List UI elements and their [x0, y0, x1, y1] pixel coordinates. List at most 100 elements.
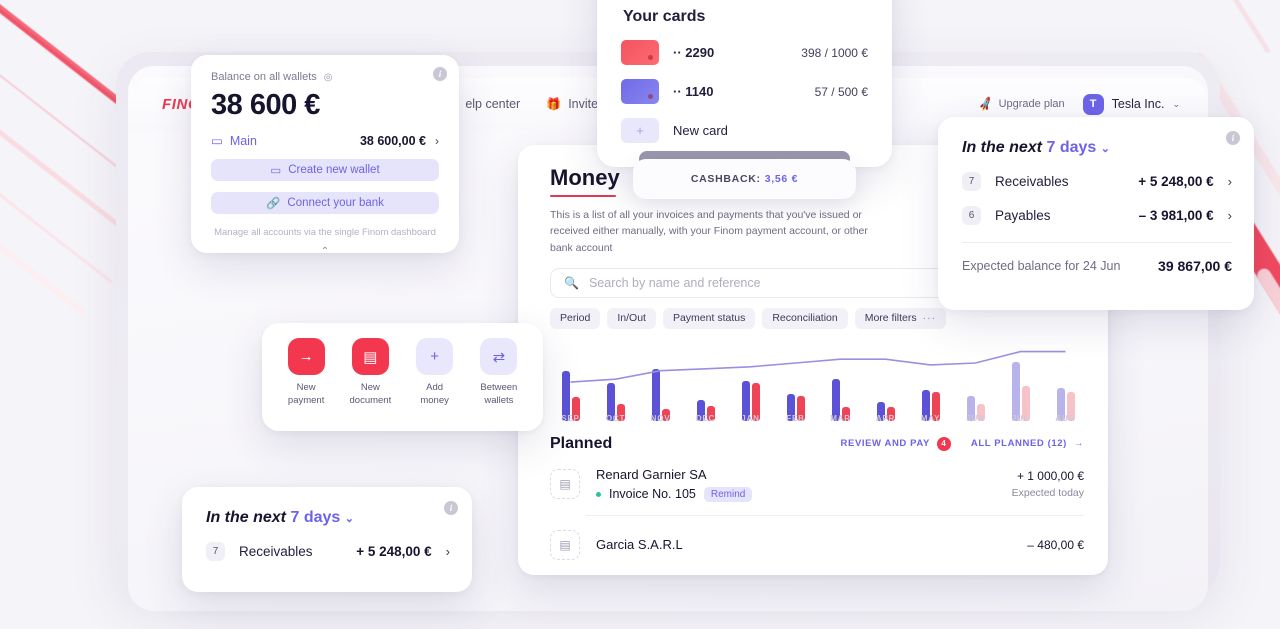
all-planned-label: ALL PLANNED (12)	[970, 438, 1067, 450]
nav-invite[interactable]: Invite	[568, 97, 598, 111]
chevron-down-icon[interactable]: ⌄	[1101, 143, 1110, 155]
next-days-period[interactable]: 7 days	[290, 509, 340, 526]
cashback-card[interactable]: CASHBACK: 3,56 €	[633, 159, 856, 199]
balance-amount: 38 600 €	[211, 89, 320, 121]
quick-action-label: Add money	[420, 382, 449, 406]
review-and-pay-label: REVIEW AND PAY	[840, 438, 930, 450]
chart-month-label: OCT	[605, 413, 626, 423]
gift-icon: 🎁	[546, 97, 562, 111]
filter-more[interactable]: More filters ···	[854, 307, 947, 329]
review-and-pay-button[interactable]: REVIEW AND PAY 4	[840, 436, 951, 451]
search-placeholder: Search by name and reference	[588, 275, 761, 290]
filter-more-label: More filters	[864, 312, 917, 325]
card-row[interactable]: ·· 2290 398 / 1000 €	[597, 40, 892, 65]
chart-month-label: MAY	[920, 413, 941, 423]
tab-money[interactable]: Money	[550, 165, 620, 197]
receivables-row[interactable]: 7 Receivables + 5 248,00 € ›	[206, 542, 450, 561]
receivables-label: Receivables	[995, 174, 1069, 189]
chevron-right-icon: ›	[1227, 174, 1232, 189]
balance-footer: Manage all accounts via the single Finom…	[214, 227, 436, 238]
chevron-right-icon: ›	[435, 133, 439, 148]
receivables-count: 7	[962, 172, 981, 191]
all-planned-button[interactable]: ALL PLANNED (12) →	[971, 438, 1084, 449]
card-limit: 57 / 500 €	[814, 84, 868, 99]
planned-row[interactable]: ▤ Renard Garnier SA Invoice No. 105 Remi…	[518, 453, 1108, 502]
filter-period[interactable]: Period	[550, 307, 601, 329]
content-description: This is a list of all your invoices and …	[550, 209, 868, 254]
cashback-value: 3,56 €	[764, 173, 799, 185]
next-days-card-right: i In the next 7 days ⌄ 7 Receivables + 5…	[938, 117, 1254, 310]
connect-bank-button[interactable]: 🔗 Connect your bank	[211, 192, 439, 214]
card-limit: 398 / 1000 €	[801, 45, 868, 60]
next-days-period[interactable]: 7 days	[1046, 139, 1096, 156]
chart-month-label: DEC	[695, 413, 716, 423]
chart-month-label: FEB	[786, 413, 805, 423]
document-add-icon: ▤	[351, 338, 389, 375]
filter-reconciliation[interactable]: Reconciliation	[762, 307, 848, 329]
collapse-icon[interactable]: ⌃	[191, 246, 459, 257]
nav-help-center[interactable]: elp center	[465, 97, 520, 111]
quick-action-transfer[interactable]: ⇄ Between wallets	[470, 338, 528, 408]
plus-icon: +	[621, 118, 659, 143]
expected-balance-label: Expected balance for 24 Jun	[962, 259, 1121, 273]
info-icon[interactable]: i	[1226, 131, 1240, 145]
next-days-title: In the next 7 days ⌄	[962, 139, 1232, 157]
your-cards-title: Your cards	[623, 8, 706, 25]
table-row[interactable]: ▤ Garcia S.A.R.L – 480,00 €	[518, 516, 1108, 560]
wallet-amount: 38 600,00 €	[359, 133, 426, 148]
filter-chips: Period In/Out Payment status Reconciliat…	[550, 307, 1084, 329]
status-dot	[596, 491, 601, 497]
ellipsis-icon: ···	[922, 312, 937, 325]
chevron-down-icon[interactable]: ⌄	[345, 513, 354, 525]
create-wallet-button[interactable]: ▭ Create new wallet	[211, 159, 439, 181]
filter-payment-status[interactable]: Payment status	[662, 307, 756, 329]
divider	[962, 242, 1232, 243]
quick-action-plus[interactable]: + Add money	[406, 338, 464, 408]
chevron-right-icon: ›	[445, 544, 450, 559]
next-days-title: In the next 7 days ⌄	[206, 509, 450, 527]
create-wallet-label: Create new wallet	[288, 164, 380, 176]
quick-action-document-add[interactable]: ▤ New document	[341, 338, 399, 408]
planned-reference: Invoice No. 105	[609, 487, 696, 502]
receivables-count: 7	[206, 542, 225, 561]
remind-tag[interactable]: Remind	[703, 486, 753, 502]
search-icon: 🔍	[564, 275, 579, 290]
chart-month-label: JAN	[741, 413, 760, 423]
chevron-right-icon: ›	[1227, 208, 1232, 223]
upgrade-plan-button[interactable]: 🚀 Upgrade plan	[977, 96, 1065, 113]
card-row[interactable]: ·· 1140 57 / 500 €	[597, 79, 892, 104]
next-days-title-prefix: In the next	[206, 509, 287, 526]
receivables-row[interactable]: 7 Receivables + 5 248,00 € ›	[962, 172, 1232, 191]
avatar: T	[1082, 93, 1104, 115]
cashback-label: CASHBACK:	[690, 173, 761, 185]
quick-action-arrow-right[interactable]: → New payment	[277, 338, 335, 408]
info-icon[interactable]: i	[433, 67, 447, 81]
planned-title: Planned	[550, 434, 613, 452]
balance-label-row: Balance on all wallets ◎	[211, 71, 439, 83]
chart-month-labels: SEP OCT NOV DEC JAN FEB MAR APR MAY JUN JUL AUG	[548, 414, 1088, 423]
filter-in-out[interactable]: In/Out	[607, 307, 656, 329]
eye-icon[interactable]: ◎	[324, 72, 333, 83]
link-icon: 🔗	[266, 198, 281, 210]
quick-action-label: New payment	[287, 382, 325, 406]
receivables-amount: + 5 248,00 €	[356, 544, 432, 559]
chart-month-label: APR	[875, 413, 896, 423]
receivables-label: Receivables	[239, 544, 313, 559]
new-card-row[interactable]: + New card	[597, 118, 892, 143]
cashflow-chart: SEP OCT NOV DEC JAN FEB MAR APR MAY JUN JUL AUG	[548, 343, 1088, 423]
new-card-label: New card	[673, 123, 728, 138]
chart-month-label: NOV	[650, 413, 671, 423]
card-thumbnail	[621, 79, 659, 104]
wallet-row[interactable]: ▭ Main 38 600,00 € ›	[211, 133, 439, 149]
info-icon[interactable]: i	[444, 501, 458, 515]
rocket-icon: 🚀	[977, 96, 995, 113]
payables-count: 6	[962, 206, 981, 225]
next-days-card-left: i In the next 7 days ⌄ 7 Receivables + 5…	[182, 487, 472, 592]
org-switcher[interactable]: T Tesla Inc. ⌄	[1082, 93, 1180, 115]
payables-row[interactable]: 6 Payables – 3 981,00 € ›	[962, 206, 1232, 225]
arrow-right-icon: →	[1073, 438, 1084, 450]
upgrade-plan-label: Upgrade plan	[998, 98, 1065, 110]
wallet-icon: ▭	[270, 165, 282, 177]
connect-bank-label: Connect your bank	[287, 197, 384, 209]
expected-balance-value: 39 867,00 €	[1158, 258, 1232, 274]
